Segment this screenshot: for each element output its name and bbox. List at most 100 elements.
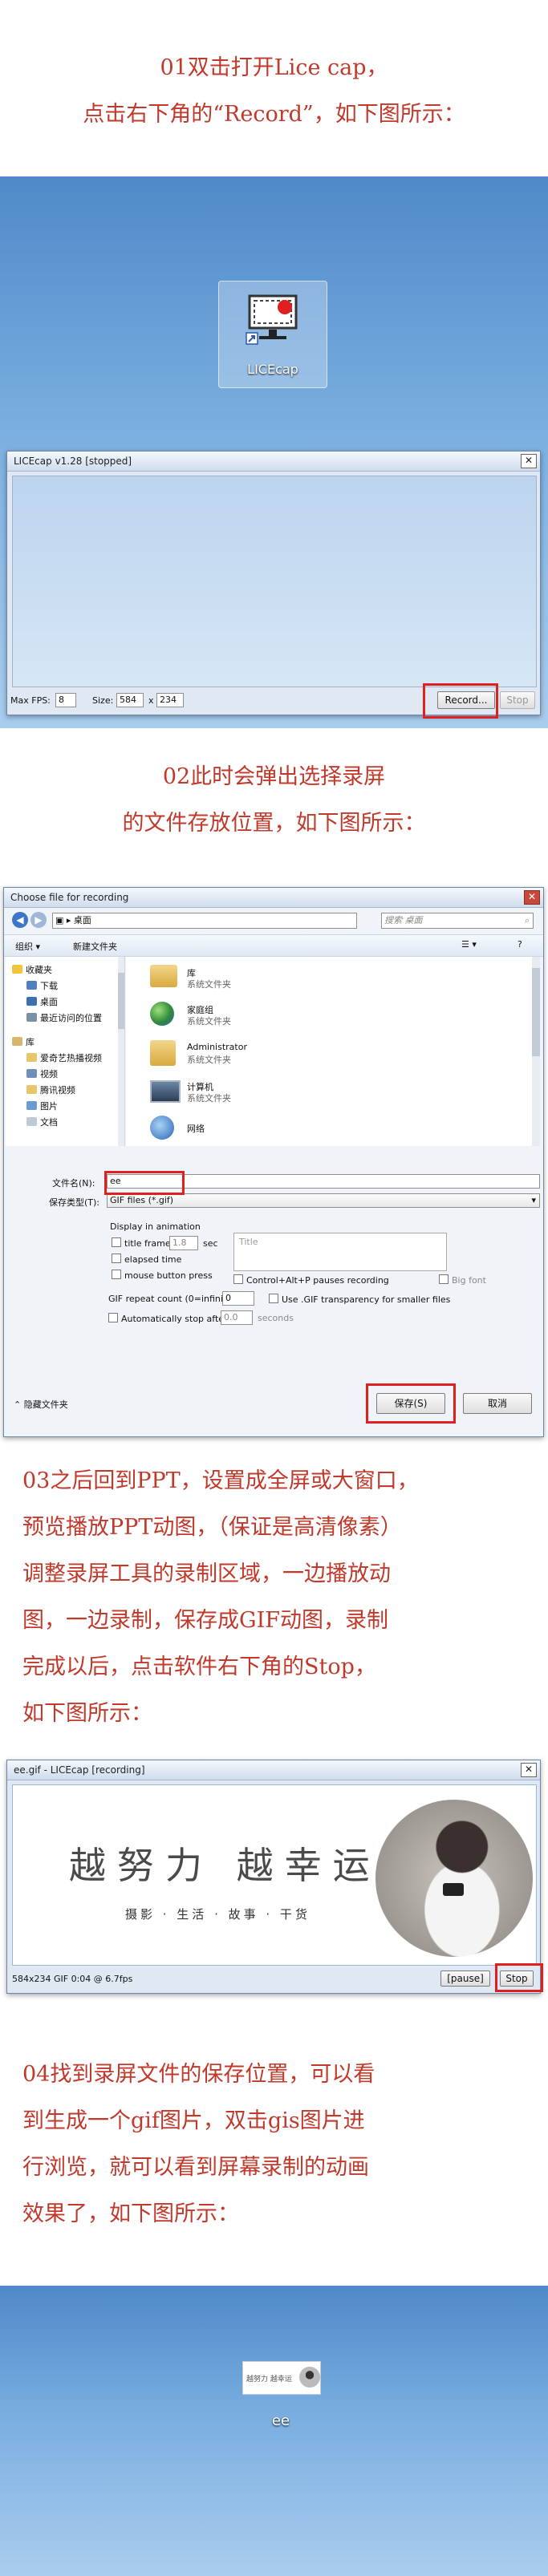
gif-thumbnail: 越努力 越幸运 xyxy=(242,2361,321,2395)
filename-highlight xyxy=(104,1171,185,1195)
download-icon xyxy=(26,981,37,990)
gif-repeat-input[interactable]: 0 xyxy=(222,1291,254,1306)
mouse-press-option[interactable]: mouse button press xyxy=(112,1270,213,1281)
licecap-icon-label: LICEcap xyxy=(247,362,298,377)
hide-folders-toggle[interactable]: ⌃ 隐藏文件夹 xyxy=(14,1398,68,1411)
computer-icon xyxy=(150,1080,181,1103)
file-list: 库 系统文件夹 家庭组 系统文件夹 Administrator 系统文件夹 计算… xyxy=(126,957,532,1146)
chevron-up-icon: ⌃ xyxy=(14,1399,24,1410)
step4-caption-line3: 行浏览，就可以看到屏幕录制的动画 xyxy=(22,2155,369,2180)
nav-documents[interactable]: 文档 xyxy=(26,1116,58,1128)
checkbox-icon xyxy=(112,1270,121,1279)
step3-caption-line5: 完成以后，点击软件右下角的Stop， xyxy=(22,1655,376,1679)
window-title: ee.gif - LICEcap [recording] xyxy=(14,1764,145,1776)
licecap-desktop-icon[interactable]: LICEcap xyxy=(218,281,327,388)
new-folder-button[interactable]: 新建文件夹 xyxy=(73,940,117,953)
close-icon[interactable]: ✕ xyxy=(521,1763,537,1777)
stop-button-disabled[interactable]: Stop xyxy=(500,691,535,709)
step4-caption-line2: 到生成一个gif图片，双击gis图片进 xyxy=(22,2108,365,2133)
item-sub: 系统文件夹 xyxy=(187,1016,231,1027)
licecap-window-stopped: LICEcap v1.28 [stopped] ✕ Max FPS: 8 Siz… xyxy=(6,451,541,715)
filetype-label: 保存类型(T): xyxy=(49,1197,100,1208)
picture-icon xyxy=(26,1101,37,1110)
help-icon[interactable]: ? xyxy=(518,939,522,950)
nav-recent[interactable]: 最近访问的位置 xyxy=(26,1011,102,1024)
step3-caption-line6: 如下图所示： xyxy=(22,1701,152,1726)
portrait-photo xyxy=(375,1800,533,1957)
nav-pane: 收藏夹 下载 桌面 最近访问的位置 库 爱奇艺热播视频 视频 腾讯视频 图片 文… xyxy=(6,957,125,1146)
seconds-label: seconds xyxy=(258,1313,294,1323)
nav-tencent-video[interactable]: 腾讯视频 xyxy=(26,1083,75,1096)
video-icon xyxy=(26,1069,37,1078)
title-textarea[interactable]: Title xyxy=(233,1233,447,1271)
file-list-scrollbar[interactable] xyxy=(532,957,540,1146)
nav-downloads[interactable]: 下载 xyxy=(26,979,58,992)
cancel-button[interactable]: 取消 xyxy=(463,1393,532,1414)
titlebar: LICEcap v1.28 [stopped] ✕ xyxy=(7,452,540,472)
close-icon[interactable]: ✕ xyxy=(524,890,540,905)
titlebar: ee.gif - LICEcap [recording] ✕ xyxy=(7,1760,540,1780)
filetype-select[interactable]: GIF files (*.gif) ▾ xyxy=(107,1193,540,1208)
nav-videos[interactable]: 视频 xyxy=(26,1067,58,1080)
item-sub: 系统文件夹 xyxy=(187,979,231,990)
title-frame-option[interactable]: title frame xyxy=(112,1237,171,1249)
nav-libraries[interactable]: 库 xyxy=(12,1035,35,1048)
search-input[interactable]: 搜索 桌面 ⌕ xyxy=(381,913,534,929)
auto-stop-option[interactable]: Automatically stop after xyxy=(108,1313,228,1324)
checkbox-icon xyxy=(269,1294,278,1303)
document-icon xyxy=(26,1117,37,1126)
item-sub: 系统文件夹 xyxy=(187,1055,231,1065)
auto-stop-input[interactable]: 0.0 xyxy=(221,1310,253,1325)
licecap-icon xyxy=(246,294,298,345)
toolbar: 组织 ▾ 新建文件夹 ☰ ▾ ? xyxy=(4,934,543,957)
forward-button[interactable]: ▶ xyxy=(30,912,47,928)
ctrl-alt-p-option[interactable]: Control+Alt+P pauses recording xyxy=(233,1274,389,1286)
pause-button[interactable]: [pause] xyxy=(440,1970,490,1987)
step2-caption-line2: 的文件存放位置，如下图所示： xyxy=(122,811,426,836)
step2-caption-line1: 02此时会弹出选择录屏 xyxy=(162,764,386,789)
width-input[interactable]: 584 xyxy=(116,693,144,707)
step1-caption-line2: 点击右下角的“Record”，如下图所示： xyxy=(83,102,465,127)
checkbox-icon xyxy=(439,1274,449,1284)
gif-repeat-label: GIF repeat count (0=infinite): xyxy=(108,1294,239,1304)
network-icon xyxy=(150,1116,174,1140)
checkbox-icon xyxy=(112,1237,121,1247)
nav-pictures[interactable]: 图片 xyxy=(26,1100,58,1112)
desktop-icon xyxy=(26,997,37,1006)
library-icon xyxy=(12,1037,22,1046)
folder-icon xyxy=(26,1085,37,1094)
licecap-window-recording: ee.gif - LICEcap [recording] ✕ 越努力 越幸运 摄… xyxy=(6,1760,541,1994)
display-label: Display in animation xyxy=(110,1221,201,1232)
max-fps-input[interactable]: 8 xyxy=(55,693,76,707)
transparency-option[interactable]: Use .GIF transparency for smaller files xyxy=(269,1294,450,1305)
step4-caption-line4: 效果了，如下图所示： xyxy=(22,2201,239,2226)
address-bar[interactable]: ▣ ▸ 桌面 xyxy=(52,913,357,929)
nav-iqiyi[interactable]: 爱奇艺热播视频 xyxy=(26,1051,102,1064)
checkbox-icon xyxy=(112,1254,121,1263)
item-name: Administrator xyxy=(187,1042,247,1052)
big-font-option[interactable]: Big font xyxy=(439,1274,486,1286)
close-icon[interactable]: ✕ xyxy=(521,454,537,468)
capture-area[interactable] xyxy=(12,476,537,687)
gif-file-icon[interactable]: 越努力 越幸运 ee xyxy=(236,2353,326,2441)
step3-caption-line3: 调整录屏工具的录制区域，一边播放动 xyxy=(22,1561,391,1586)
back-button[interactable]: ◀ xyxy=(12,912,28,928)
organize-menu[interactable]: 组织 ▾ xyxy=(15,940,40,953)
elapsed-time-option[interactable]: elapsed time xyxy=(112,1254,181,1265)
library-icon xyxy=(150,965,177,987)
view-icon[interactable]: ☰ ▾ xyxy=(461,939,477,950)
homegroup-icon xyxy=(150,1002,174,1026)
chevron-down-icon: ▾ xyxy=(531,1195,536,1205)
user-folder-icon xyxy=(150,1040,176,1066)
folder-icon: ▣ ▸ xyxy=(55,915,74,925)
thumbnail-text: 越努力 越幸运 xyxy=(246,2376,292,2384)
step3-caption-line1: 03之后回到PPT，设置成全屏或大窗口， xyxy=(22,1468,419,1493)
sec-label: sec xyxy=(203,1238,218,1249)
dialog-titlebar: Choose file for recording ✕ xyxy=(4,888,543,908)
nav-favorites[interactable]: 收藏夹 xyxy=(12,963,52,976)
nav-scrollbar[interactable] xyxy=(118,957,124,1146)
height-input[interactable]: 234 xyxy=(156,693,184,707)
title-frame-seconds[interactable]: 1.8 xyxy=(169,1236,198,1250)
size-x-label: x xyxy=(148,695,154,706)
nav-desktop[interactable]: 桌面 xyxy=(26,995,58,1008)
